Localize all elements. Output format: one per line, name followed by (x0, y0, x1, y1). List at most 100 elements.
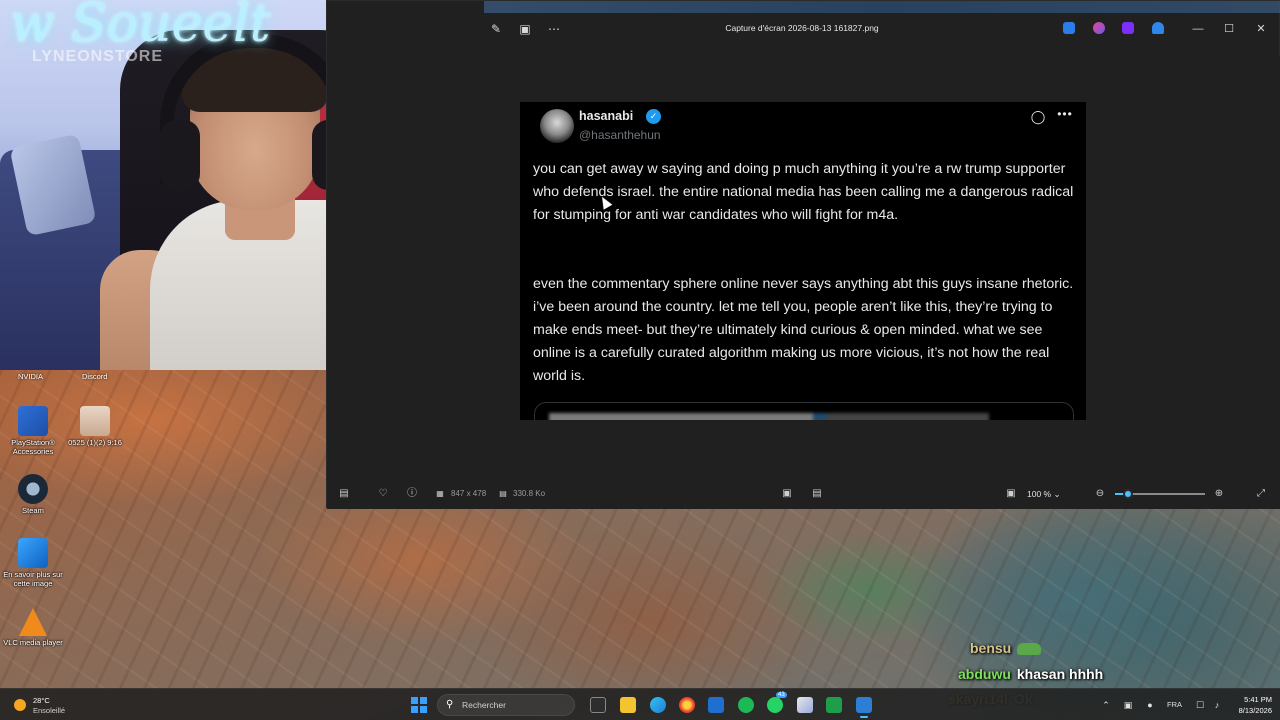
chevron-up-icon[interactable]: ⌃ (1100, 699, 1112, 711)
chat-username: abduwu (958, 666, 1011, 682)
clock-time[interactable]: 5:41 PM (1232, 695, 1272, 704)
display-icon[interactable]: ☐ (1194, 699, 1206, 711)
chat-text: khasan hhhh (1016, 666, 1104, 682)
desktop-icon-label: Steam (22, 506, 44, 515)
neon-sign-prefix: w (10, 0, 55, 54)
desktop-icon-label: PlayStation® Accessories (11, 438, 55, 456)
edge-icon[interactable] (650, 697, 666, 713)
steam-icon (18, 474, 48, 504)
image-dimensions: 847 x 478 (451, 489, 487, 498)
quoted-tweet (534, 402, 1074, 420)
title-bar: ✎ ▣ ⋯ Capture d'écran 2026-08-13 161827.… (327, 1, 1280, 57)
photos-app-icon[interactable] (856, 697, 872, 718)
file-size-icon: ▤ (499, 489, 507, 498)
obs-icon[interactable] (826, 697, 842, 713)
file-explorer-icon[interactable] (620, 697, 636, 713)
chat-username: bensu (970, 640, 1012, 656)
whatsapp-icon[interactable]: 43 (767, 692, 787, 713)
spotify-icon[interactable] (738, 697, 754, 713)
desktop-icon-image-file[interactable]: 0525 (1)(2) 9:16 (62, 406, 128, 447)
vlc-icon (19, 608, 47, 636)
desktop-icon-label: VLC media player (3, 638, 63, 647)
neon-sign-sub: LYNEONSTORE (32, 48, 164, 65)
firefox-icon[interactable] (679, 697, 695, 713)
taskbar: 28°C Ensoleillé ⚲ Rechercher 43 ⌃ ▣ ● FR… (0, 688, 1280, 720)
more-icon[interactable]: ⋯ (546, 21, 562, 37)
weather-description[interactable]: Ensoleillé (33, 706, 65, 715)
weather-temperature[interactable]: 28°C (33, 696, 50, 705)
desktop-icon-playstation[interactable]: PlayStation® Accessories (0, 406, 66, 456)
windows-logo-icon (411, 697, 418, 704)
quoted-tweet-header (549, 413, 989, 420)
volume-icon[interactable]: ♪ (1211, 699, 1223, 711)
desktop-icons: NVIDIA Discord PlayStation® Accessories … (0, 370, 140, 670)
bing-icon[interactable] (1063, 22, 1075, 34)
zoom-dropdown[interactable]: 100 % ⌄ (1027, 486, 1079, 502)
title-bar-accent (484, 1, 1280, 13)
webcam-headset-earcup (160, 120, 200, 190)
input-language[interactable]: FRA (1167, 700, 1182, 709)
spotlight-info-icon (18, 538, 48, 568)
scan-text-icon[interactable]: ▤ (810, 487, 824, 501)
photos-bottom-toolbar: ▤ ♡ ⓘ ▦ 847 x 478 ▤ 330.8 Ko ▣ ▤ ▣ 100 %… (327, 477, 1280, 509)
task-view-icon[interactable] (590, 697, 606, 713)
slideshow-icon[interactable]: ▣ (517, 21, 533, 37)
verified-badge-icon: ✓ (646, 109, 661, 124)
tweet-paragraph-2: even the commentary sphere online never … (533, 276, 1074, 384)
neon-sign-text: Soueelt (71, 0, 271, 54)
store-icon[interactable] (708, 697, 724, 713)
close-icon[interactable]: ✕ (1252, 20, 1270, 38)
windows-logo-icon (420, 706, 427, 713)
search-icon: ⚲ (446, 699, 454, 710)
tweet-paragraph-1: you can get away w saying and doing p mu… (533, 161, 1074, 223)
playstation-icon (18, 406, 48, 436)
actual-size-icon[interactable]: ▣ (1004, 487, 1018, 501)
search-placeholder: Rechercher (462, 700, 506, 710)
windows-logo-icon (420, 697, 427, 704)
window-title: Capture d'écran 2026-08-13 161827.png (725, 23, 879, 33)
desktop-icon-label: En savoir plus sur cette image (3, 570, 63, 588)
desktop-icon-spotlight[interactable]: En savoir plus sur cette image (0, 538, 66, 588)
edit-icon[interactable]: ✎ (488, 21, 504, 37)
microphone-icon[interactable]: ● (1144, 699, 1156, 711)
network-icon[interactable]: ▣ (1122, 699, 1134, 711)
minimize-icon[interactable]: — (1189, 20, 1207, 38)
image-canvas[interactable]: hasanabi ✓ @hasanthehun ◯ ••• you can ge… (327, 57, 1280, 477)
cloud-icon[interactable] (1152, 22, 1164, 34)
file-size: 330.8 Ko (513, 489, 546, 498)
tweet-screenshot: hasanabi ✓ @hasanthehun ◯ ••• you can ge… (520, 102, 1086, 420)
maximize-icon[interactable]: ☐ (1220, 20, 1238, 38)
zoom-slider[interactable] (1115, 489, 1205, 499)
clock-date[interactable]: 8/13/2026 (1226, 706, 1272, 715)
zoom-value: 100 % (1027, 489, 1052, 499)
avatar (540, 109, 574, 143)
tweet-author-name: hasanabi (579, 109, 634, 123)
clipchamp-icon[interactable] (1122, 22, 1134, 34)
chat-message: abduwu khasan hhhh (958, 666, 1103, 682)
desktop-icon-label: 0525 (1)(2) 9:16 (68, 438, 122, 447)
neon-sign: w Soueelt (10, 0, 271, 54)
desktop-label-discord[interactable]: Discord (82, 372, 107, 381)
snipping-tool-icon[interactable] (797, 697, 813, 713)
tweet-more-icon: ••• (1057, 107, 1073, 121)
favorite-heart-icon[interactable]: ♡ (376, 487, 390, 501)
start-button[interactable] (411, 697, 427, 713)
photos-app-window: ✎ ▣ ⋯ Capture d'écran 2026-08-13 161827.… (326, 0, 1280, 509)
desktop-label-nvidia[interactable]: NVIDIA (18, 372, 43, 381)
fullscreen-icon[interactable]: ⤢ (1254, 487, 1268, 501)
tweet-author-handle: @hasanthehun (579, 128, 661, 142)
desktop-icon-steam[interactable]: Steam (0, 474, 66, 515)
zoom-out-icon[interactable]: ⊖ (1093, 487, 1107, 501)
notification-badge: 43 (776, 692, 787, 698)
sun-icon[interactable] (14, 699, 26, 711)
taskbar-search[interactable]: ⚲ Rechercher (437, 694, 575, 716)
grok-icon: ◯ (1030, 109, 1046, 124)
zoom-in-icon[interactable]: ⊕ (1212, 487, 1226, 501)
zoom-slider-thumb[interactable] (1122, 489, 1133, 499)
fit-to-window-icon[interactable]: ▣ (780, 487, 794, 501)
copilot-icon[interactable] (1093, 22, 1105, 34)
desktop-icon-vlc[interactable]: VLC media player (0, 608, 66, 647)
chevron-down-icon: ⌄ (1053, 489, 1061, 499)
info-icon[interactable]: ⓘ (405, 487, 419, 501)
filmstrip-icon[interactable]: ▤ (337, 487, 351, 501)
